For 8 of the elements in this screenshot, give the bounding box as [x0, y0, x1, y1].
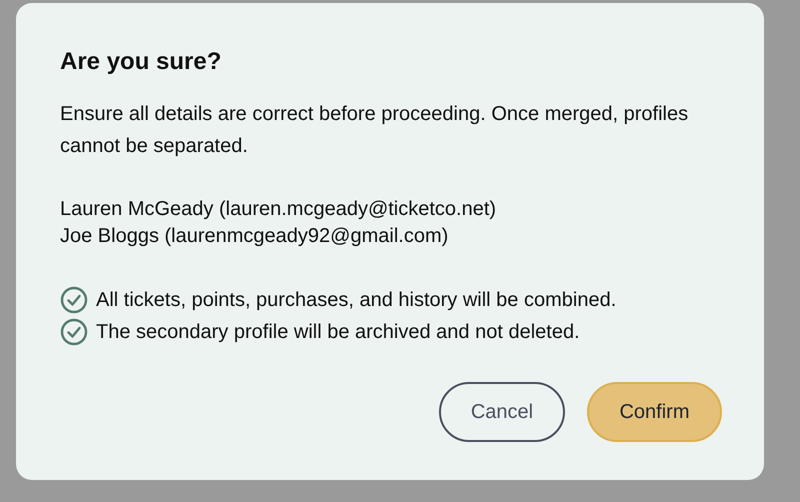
profile-line: Joe Bloggs (laurenmcgeady92@gmail.com) — [60, 224, 448, 249]
check-item-text: The secondary profile will be archived and not deleted. — [96, 320, 580, 345]
confirm-button[interactable]: Confirm — [587, 382, 722, 442]
dialog-title: Are you sure? — [60, 47, 222, 77]
dialog-message: Ensure all details are correct before proceeding. Once merged, profiles cannot be separated. — [60, 102, 690, 159]
profile-line: Lauren McGeady (lauren.mcgeady@ticketco.net) — [60, 197, 496, 222]
cancel-button[interactable]: Cancel — [439, 382, 565, 442]
check-item-text: All tickets, points, purchases, and history will be combined. — [96, 288, 616, 313]
